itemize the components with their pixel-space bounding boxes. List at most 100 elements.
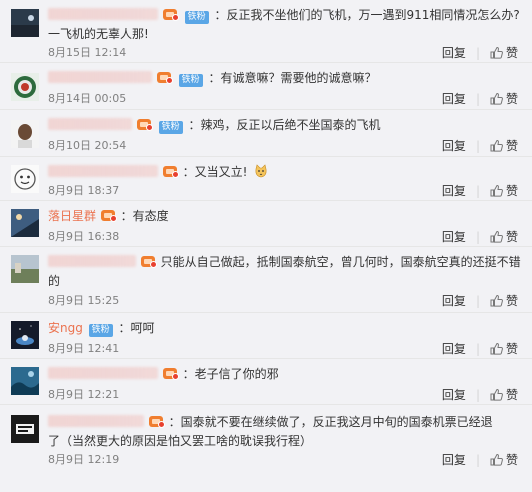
comment-body: ：老子信了你的邪 bbox=[48, 365, 520, 384]
fan-badge: 铁粉 bbox=[88, 324, 113, 337]
comment-time: 8月14日 00:05 bbox=[48, 92, 127, 105]
thumb-up-icon bbox=[490, 294, 503, 307]
action-separator: | bbox=[475, 230, 480, 244]
avatar[interactable] bbox=[11, 321, 39, 349]
like-button[interactable]: 赞 bbox=[490, 294, 518, 308]
like-button[interactable]: 赞 bbox=[490, 388, 518, 402]
like-label: 赞 bbox=[505, 184, 518, 198]
fan-badge: 铁粉 bbox=[158, 121, 183, 134]
like-label: 赞 bbox=[505, 92, 518, 106]
like-button[interactable]: 赞 bbox=[490, 230, 518, 244]
username-link[interactable] bbox=[48, 71, 152, 83]
comment-time: 8月9日 18:37 bbox=[48, 184, 120, 197]
reply-button[interactable]: 回复 bbox=[442, 46, 466, 60]
username-link[interactable]: 安ngg bbox=[48, 321, 83, 335]
like-label: 赞 bbox=[505, 342, 518, 356]
username-link[interactable] bbox=[48, 118, 132, 130]
username-link[interactable] bbox=[48, 415, 144, 427]
reply-button[interactable]: 回复 bbox=[442, 388, 466, 402]
thumb-up-icon bbox=[490, 46, 503, 59]
vip-icon bbox=[136, 119, 153, 131]
comment-body: 铁粉 ：有诚意嘛？需要他的诚意嘛？ bbox=[48, 69, 520, 88]
comment-text: ：辣鸡，反正以后绝不坐国泰的飞机 bbox=[188, 118, 381, 132]
comment-item: 落日星群 ：有态度 8月9日 16:38 回复 | 赞 bbox=[0, 201, 532, 247]
vip-icon bbox=[162, 166, 179, 178]
comment-item: ：又当又立! 8月9日 18:37 回复 | 赞 bbox=[0, 157, 532, 201]
thumb-up-icon bbox=[490, 139, 503, 152]
vip-icon bbox=[100, 210, 117, 222]
action-separator: | bbox=[475, 184, 480, 198]
action-separator: | bbox=[475, 342, 480, 356]
like-label: 赞 bbox=[505, 294, 518, 308]
reply-button[interactable]: 回复 bbox=[442, 342, 466, 356]
comment-body: 铁粉 ：反正我不坐他们的飞机，万一遇到911相同情况怎么办? 一飞机的无辜人那! bbox=[48, 6, 520, 44]
username-link[interactable] bbox=[48, 165, 158, 177]
action-separator: | bbox=[475, 453, 480, 467]
comment-time: 8月9日 12:41 bbox=[48, 342, 120, 355]
comment-item: 铁粉 ：有诚意嘛？需要他的诚意嘛？ 8月14日 00:05 回复 | 赞 bbox=[0, 63, 532, 110]
comment-body: ：又当又立! bbox=[48, 163, 520, 182]
comment-time: 8月9日 12:21 bbox=[48, 388, 120, 401]
comment-body: ：国泰就不要在继续做了，反正我这月中旬的国泰机票已经退 了（当然更大的原因是怕又… bbox=[48, 413, 520, 451]
thumb-up-icon bbox=[490, 92, 503, 105]
comment-text: ：有态度 bbox=[120, 209, 169, 223]
comment-time: 8月9日 15:25 bbox=[48, 294, 120, 307]
like-button[interactable]: 赞 bbox=[490, 139, 518, 153]
avatar[interactable] bbox=[11, 73, 39, 101]
thumb-up-icon bbox=[490, 184, 503, 197]
comment-body: 安ngg 铁粉 ：呵呵 bbox=[48, 319, 520, 338]
vip-icon bbox=[156, 72, 173, 84]
comment-text: ：又当又立! bbox=[182, 165, 248, 179]
comment-item: ：国泰就不要在继续做了，反正我这月中旬的国泰机票已经退 了（当然更大的原因是怕又… bbox=[0, 405, 532, 476]
comment-text-continued: 的 bbox=[48, 274, 61, 288]
reply-button[interactable]: 回复 bbox=[442, 184, 466, 198]
comment-time: 8月10日 20:54 bbox=[48, 139, 127, 152]
comment-list: 铁粉 ：反正我不坐他们的飞机，万一遇到911相同情况怎么办? 一飞机的无辜人那!… bbox=[0, 0, 532, 476]
vip-icon bbox=[162, 9, 179, 21]
like-button[interactable]: 赞 bbox=[490, 46, 518, 60]
comment-text: ：老子信了你的邪 bbox=[182, 367, 279, 381]
avatar[interactable] bbox=[11, 120, 39, 148]
reply-button[interactable]: 回复 bbox=[442, 294, 466, 308]
comment-item: 铁粉 ：反正我不坐他们的飞机，万一遇到911相同情况怎么办? 一飞机的无辜人那!… bbox=[0, 0, 532, 63]
thumb-up-icon bbox=[490, 230, 503, 243]
comment-text-continued: 一飞机的无辜人那! bbox=[48, 27, 149, 41]
fan-badge: 铁粉 bbox=[178, 74, 203, 87]
reply-button[interactable]: 回复 bbox=[442, 230, 466, 244]
action-separator: | bbox=[475, 294, 480, 308]
like-button[interactable]: 赞 bbox=[490, 92, 518, 106]
cat-emoji-icon bbox=[255, 164, 267, 178]
avatar[interactable] bbox=[11, 415, 39, 443]
comment-text: ：有诚意嘛？需要他的诚意嘛？ bbox=[208, 71, 377, 85]
vip-icon bbox=[140, 256, 157, 268]
comment-item: 安ngg 铁粉 ：呵呵 8月9日 12:41 回复 | 赞 bbox=[0, 313, 532, 359]
username-link[interactable]: 落日星群 bbox=[48, 209, 96, 223]
comment-item: ：老子信了你的邪 8月9日 12:21 回复 | 赞 bbox=[0, 359, 532, 405]
comment-text-continued: 了（当然更大的原因是怕又罢工啥的耽误我行程） bbox=[48, 434, 313, 448]
avatar[interactable] bbox=[11, 9, 39, 37]
reply-button[interactable]: 回复 bbox=[442, 139, 466, 153]
comment-text: ：呵呵 bbox=[118, 321, 155, 335]
like-label: 赞 bbox=[505, 139, 518, 153]
like-button[interactable]: 赞 bbox=[490, 342, 518, 356]
username-link[interactable] bbox=[48, 367, 158, 379]
like-button[interactable]: 赞 bbox=[490, 184, 518, 198]
comment-time: 8月15日 12:14 bbox=[48, 46, 127, 59]
comment-time: 8月9日 12:19 bbox=[48, 453, 120, 466]
fan-badge: 铁粉 bbox=[184, 11, 209, 24]
reply-button[interactable]: 回复 bbox=[442, 92, 466, 106]
username-link[interactable] bbox=[48, 255, 136, 267]
like-button[interactable]: 赞 bbox=[490, 453, 518, 467]
like-label: 赞 bbox=[505, 46, 518, 60]
avatar[interactable] bbox=[11, 165, 39, 193]
comment-text: ：反正我不坐他们的飞机，万一遇到911相同情况怎么办? bbox=[214, 8, 520, 22]
comment-text: 只能从自己做起，抵制国泰航空，曾几何时，国泰航空真的还挺不错 bbox=[160, 255, 521, 269]
username-link[interactable] bbox=[48, 8, 158, 20]
thumb-up-icon bbox=[490, 342, 503, 355]
avatar[interactable] bbox=[11, 255, 39, 283]
avatar[interactable] bbox=[11, 209, 39, 237]
avatar[interactable] bbox=[11, 367, 39, 395]
reply-button[interactable]: 回复 bbox=[442, 453, 466, 467]
action-separator: | bbox=[475, 46, 480, 60]
comment-body: 铁粉 ：辣鸡，反正以后绝不坐国泰的飞机 bbox=[48, 116, 520, 135]
